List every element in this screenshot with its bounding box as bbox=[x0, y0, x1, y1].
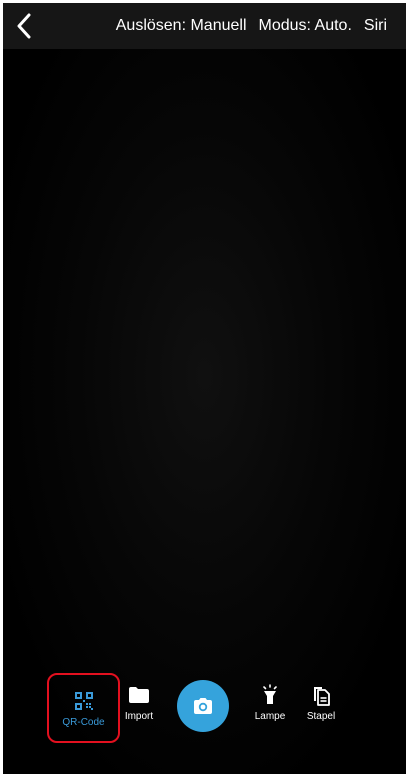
import-button[interactable]: Import bbox=[119, 683, 159, 722]
shutter-button[interactable] bbox=[177, 680, 229, 732]
stapel-button[interactable]: Stapel bbox=[301, 683, 341, 722]
camera-viewfinder[interactable] bbox=[3, 49, 406, 774]
documents-stack-icon bbox=[309, 683, 333, 707]
qr-code-icon bbox=[72, 689, 96, 713]
chevron-left-icon bbox=[17, 13, 31, 39]
stapel-label: Stapel bbox=[306, 711, 336, 722]
lamp-button[interactable]: Lampe bbox=[250, 683, 290, 722]
qr-code-label: QR-Code bbox=[62, 716, 105, 728]
top-actions: Auslösen: Manuell Modus: Auto. Siri bbox=[116, 3, 387, 49]
folder-icon bbox=[127, 683, 151, 707]
bottom-toolbar: QR-Code Import Lampe Stapel bbox=[3, 673, 406, 745]
siri-button[interactable]: Siri bbox=[364, 17, 387, 35]
lamp-label: Lampe bbox=[254, 711, 286, 722]
trigger-mode-button[interactable]: Auslösen: Manuell bbox=[116, 17, 247, 35]
flashlight-icon bbox=[258, 683, 282, 707]
capture-mode-button[interactable]: Modus: Auto. bbox=[259, 17, 352, 35]
top-bar: Auslösen: Manuell Modus: Auto. Siri bbox=[3, 3, 406, 49]
import-label: Import bbox=[124, 711, 154, 722]
camera-screen: Auslösen: Manuell Modus: Auto. Siri QR-C… bbox=[3, 3, 406, 774]
back-button[interactable] bbox=[9, 11, 39, 41]
camera-icon bbox=[194, 698, 212, 714]
qr-code-button[interactable]: QR-Code bbox=[47, 673, 120, 743]
